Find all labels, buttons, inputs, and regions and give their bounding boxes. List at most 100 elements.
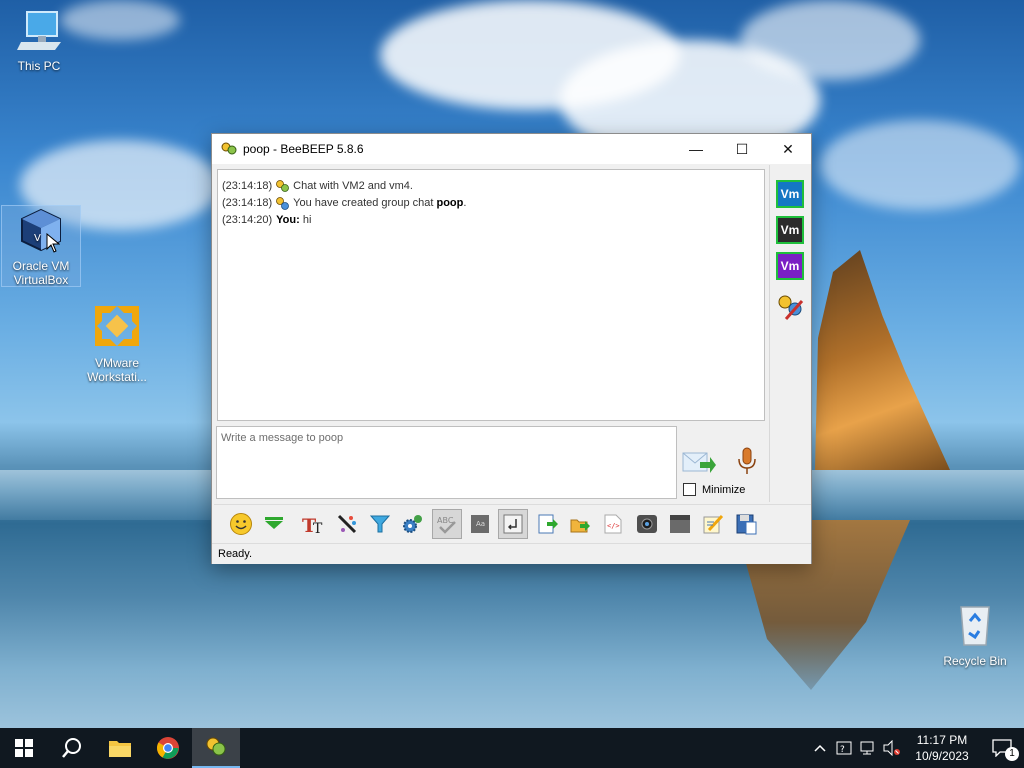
member-avatar[interactable]: Vm	[776, 252, 804, 280]
file-explorer-button[interactable]	[96, 728, 144, 768]
message-time: (23:14:18)	[222, 180, 273, 192]
clear-icon	[669, 514, 690, 533]
search-button[interactable]	[48, 728, 96, 768]
volume-muted-icon	[883, 740, 900, 756]
export-button[interactable]	[532, 509, 562, 539]
beebeep-taskbar-button[interactable]	[192, 728, 240, 768]
status-bar: Ready.	[212, 543, 811, 564]
send-file-icon	[570, 519, 590, 532]
emoticon-button[interactable]	[226, 509, 256, 539]
filter-icon	[370, 515, 391, 532]
settings-icon	[403, 514, 423, 533]
export-icon	[538, 514, 558, 533]
desktop-icon-vmware[interactable]: VMware Workstati...	[77, 303, 157, 384]
chrome-button[interactable]	[144, 728, 192, 768]
svg-text:?: ?	[840, 745, 845, 755]
toolbar: TT ABC Aa </>	[214, 504, 811, 542]
desktop-icon-recycle-bin[interactable]: Recycle Bin	[935, 603, 1015, 668]
desktop-icon-this-pc[interactable]: This PC	[0, 10, 79, 73]
system-tray: ? 11:17 PM 10/9/2023 1	[808, 728, 1024, 768]
member-avatar[interactable]: Vm	[776, 216, 804, 244]
minimize-checkbox[interactable]: Minimize	[683, 483, 745, 496]
svg-text:Aa: Aa	[476, 520, 485, 528]
minimize-label: Minimize	[702, 483, 746, 496]
chrome-icon	[157, 737, 179, 759]
message-text-suffix: .	[463, 197, 467, 209]
maximize-button[interactable]: ☐	[719, 134, 765, 164]
edit-button[interactable]	[698, 509, 728, 539]
chat-message: (23:14:18) Chat with VM2 and vm4.	[222, 178, 760, 195]
message-input-placeholder: Write a message to poop	[221, 432, 344, 444]
start-button[interactable]	[0, 728, 48, 768]
show-hidden-icons-button[interactable]	[808, 728, 832, 768]
search-icon	[62, 738, 81, 758]
screenshot-icon	[636, 514, 657, 533]
filter-button[interactable]	[365, 509, 395, 539]
send-file-button[interactable]	[565, 509, 595, 539]
save-button[interactable]	[731, 509, 761, 539]
close-button[interactable]: ✕	[765, 134, 811, 164]
title-bar[interactable]: poop - BeeBEEP 5.8.6 — ☐ ✕	[212, 134, 811, 164]
clock[interactable]: 11:17 PM 10/9/2023	[904, 732, 980, 764]
beebeep-window: poop - BeeBEEP 5.8.6 — ☐ ✕ (23:14:18) Ch…	[211, 133, 812, 564]
volume-button[interactable]	[880, 728, 904, 768]
status-text: Ready.	[218, 548, 253, 560]
message-input[interactable]: Write a message to poop	[216, 426, 677, 499]
message-text-prefix: You have created group chat	[293, 197, 437, 209]
checkbox-box[interactable]	[683, 483, 696, 496]
message-text: hi	[299, 214, 312, 226]
group-name: poop	[436, 197, 464, 209]
minimize-button[interactable]: —	[673, 134, 719, 164]
computer-icon	[0, 10, 79, 55]
windows-logo-icon	[15, 739, 33, 757]
return-key-button[interactable]	[498, 508, 529, 539]
font-button[interactable]: TT	[299, 509, 329, 539]
network-button[interactable]	[856, 728, 880, 768]
chat-history[interactable]: (23:14:18) Chat with VM2 and vm4. (23:14…	[217, 169, 765, 421]
chat-message: (23:14:20) You: hi	[222, 212, 760, 229]
settings-button[interactable]	[398, 509, 428, 539]
svg-text:ABC: ABC	[437, 516, 454, 525]
screenshot-button[interactable]	[632, 509, 662, 539]
spellcheck-button[interactable]: ABC	[431, 508, 462, 539]
mouse-cursor-icon	[46, 233, 60, 253]
group-members-panel: Vm Vm Vm	[769, 165, 811, 502]
member-avatar[interactable]: Vm	[776, 180, 804, 208]
spellcheck-icon: ABC	[437, 516, 456, 534]
maximize-icon: ☐	[735, 140, 749, 157]
message-time: (23:14:20)	[222, 214, 273, 226]
desktop-icon-label: Recycle Bin	[943, 654, 1007, 668]
word-complete-button[interactable]: Aa	[465, 509, 495, 539]
html-button[interactable]: </>	[598, 509, 628, 539]
svg-text:V: V	[34, 233, 41, 244]
clear-button[interactable]	[665, 509, 695, 539]
create-group-icon	[276, 197, 290, 210]
return-key-icon	[503, 514, 523, 533]
message-time: (23:14:18)	[222, 197, 273, 209]
member-label: Vm	[780, 223, 800, 237]
desktop-icon-virtualbox[interactable]: V Oracle VM VirtualBox	[1, 205, 81, 287]
edit-icon	[703, 514, 724, 533]
message-text: Chat with VM2 and vm4.	[293, 180, 413, 192]
taskbar: ? 11:17 PM 10/9/2023 1	[0, 728, 1024, 768]
minimize-icon: —	[689, 141, 703, 157]
clock-date: 10/9/2023	[915, 749, 969, 763]
font-icon: TT	[302, 515, 323, 536]
virtualbox-tray-icon: ?	[836, 741, 852, 755]
voice-message-button[interactable]	[735, 446, 759, 476]
notification-badge: 1	[1005, 747, 1019, 761]
edit-group-icon[interactable]	[776, 293, 806, 321]
desktop-icon-label: Oracle VM VirtualBox	[12, 259, 70, 287]
member-label: Vm	[780, 187, 800, 201]
notification-center-button[interactable]: 1	[980, 728, 1024, 768]
network-icon	[860, 741, 874, 755]
beebeep-app-icon	[221, 142, 237, 155]
beebeep-icon	[206, 737, 226, 756]
group-chat-icon	[276, 180, 290, 192]
color-button[interactable]	[332, 509, 362, 539]
expand-button[interactable]	[259, 509, 289, 539]
virtualbox-icon: V	[2, 208, 80, 255]
send-button[interactable]	[682, 450, 716, 476]
chevron-up-icon	[814, 744, 826, 752]
tray-app-icon[interactable]: ?	[832, 728, 856, 768]
